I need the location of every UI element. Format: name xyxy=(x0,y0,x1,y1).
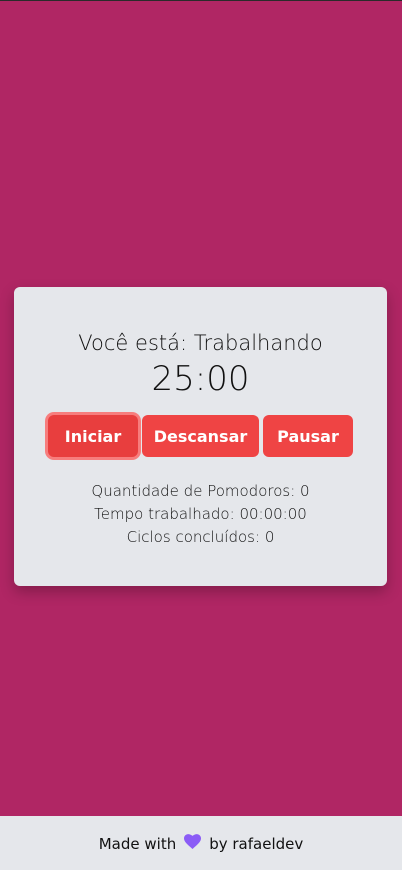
start-button[interactable]: Iniciar xyxy=(48,415,138,457)
cycles-count: Ciclos concluídos: 0 xyxy=(14,526,387,549)
timer-display: 25:00 xyxy=(151,359,250,399)
cycles-value: 0 xyxy=(264,528,275,546)
pomodoros-label: Quantidade de Pomodoros: xyxy=(91,482,296,500)
pomodoros-count: Quantidade de Pomodoros: 0 xyxy=(14,480,387,503)
status-mode: Trabalhando xyxy=(193,331,323,355)
heart-icon xyxy=(184,834,202,853)
worked-label: Tempo trabalhado: xyxy=(94,505,235,523)
worked-time: Tempo trabalhado: 00:00:00 xyxy=(14,503,387,526)
pomodoros-value: 0 xyxy=(300,482,310,500)
author-text: by rafaeldev xyxy=(209,834,304,853)
footer: Made with by rafaeldev xyxy=(0,816,402,870)
cycles-label: Ciclos concluídos: xyxy=(126,528,261,546)
made-with-text: Made with xyxy=(98,834,177,853)
stats: Quantidade de Pomodoros: 0 Tempo trabalh… xyxy=(14,480,387,549)
pomodoro-card: Você está: Trabalhando 25:00 Iniciar Des… xyxy=(14,287,387,586)
status-prefix: Você está: xyxy=(78,331,188,355)
pause-button[interactable]: Pausar xyxy=(263,415,353,457)
status-line: Você está: Trabalhando xyxy=(14,330,387,356)
controls: Iniciar Descansar Pausar xyxy=(14,415,387,457)
worked-value: 00:00:00 xyxy=(239,505,307,523)
rest-button[interactable]: Descansar xyxy=(142,415,259,457)
